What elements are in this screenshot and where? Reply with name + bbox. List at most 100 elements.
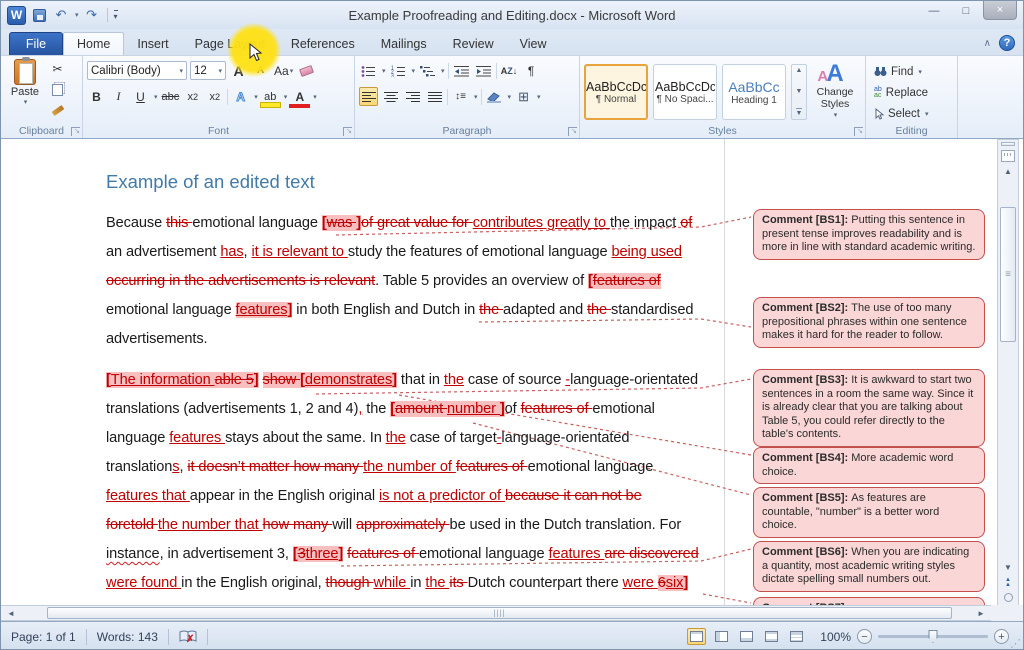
zoom-in-button[interactable]: + xyxy=(994,629,1009,644)
view-draft-button[interactable] xyxy=(787,628,806,645)
align-center-button[interactable] xyxy=(381,87,400,106)
replace-button[interactable]: abac Replace xyxy=(874,83,953,102)
maximize-button[interactable]: □ xyxy=(951,1,981,20)
browse-object-button[interactable] xyxy=(999,590,1017,605)
clipboard-dialog-launcher[interactable]: ↘ xyxy=(71,127,80,136)
change-case-button[interactable]: Aa▾ xyxy=(273,61,294,80)
tab-mailings[interactable]: Mailings xyxy=(368,32,440,55)
shading-button[interactable] xyxy=(485,87,504,106)
tab-file[interactable]: File xyxy=(9,32,63,55)
ruler-toggle-icon[interactable] xyxy=(1001,150,1015,162)
minimize-button[interactable]: — xyxy=(919,1,949,20)
proofing-errors-button[interactable]: ✗ xyxy=(169,627,207,647)
scroll-down-arrow[interactable]: ▼ xyxy=(999,560,1017,575)
view-print-layout-button[interactable] xyxy=(687,628,706,645)
tab-page-layout[interactable]: Page Layout xyxy=(182,32,278,55)
minimize-ribbon-icon[interactable]: ∧ xyxy=(984,38,991,49)
horizontal-scrollbar[interactable]: ◄ ► xyxy=(1,605,991,621)
styles-gallery-scroll[interactable]: ▲▼▼ xyxy=(791,64,807,120)
tab-home[interactable]: Home xyxy=(63,32,124,55)
font-name-select[interactable]: Calibri (Body)▾ xyxy=(87,61,187,80)
scroll-up-arrow[interactable]: ▲ xyxy=(999,164,1017,179)
comment-bs6[interactable]: Comment [BS6]: When you are indicating a… xyxy=(753,541,985,592)
multilevel-list-button[interactable] xyxy=(418,61,437,80)
zoom-level[interactable]: 100% xyxy=(820,630,851,644)
redo-button[interactable]: ↷ xyxy=(83,6,101,24)
style--no-spaci-[interactable]: AaBbCcDc¶ No Spaci... xyxy=(653,64,717,120)
highlight-color-button[interactable]: ab xyxy=(261,87,280,106)
previous-page-button[interactable]: ▲▲ xyxy=(999,575,1017,590)
vertical-scroll-track[interactable] xyxy=(999,179,1017,560)
comment-bs4[interactable]: Comment [BS4]: More academic word choice… xyxy=(753,447,985,484)
horizontal-scroll-thumb[interactable] xyxy=(47,607,952,619)
split-handle[interactable] xyxy=(1001,142,1015,146)
comment-bs2[interactable]: Comment [BS2]: The use of too many prepo… xyxy=(753,297,985,348)
select-button[interactable]: Select▾ xyxy=(874,104,953,123)
decrease-indent-button[interactable] xyxy=(452,61,471,80)
subscript-button[interactable]: x2 xyxy=(183,87,202,106)
clear-formatting-button[interactable] xyxy=(297,61,316,80)
italic-button[interactable]: I xyxy=(109,87,128,106)
superscript-button[interactable]: x2 xyxy=(205,87,224,106)
page-count[interactable]: Page: 1 of 1 xyxy=(1,627,86,647)
undo-button[interactable]: ↶ xyxy=(52,6,70,24)
zoom-slider-thumb[interactable] xyxy=(929,630,938,643)
word-app-icon[interactable]: W xyxy=(7,6,26,25)
underline-button[interactable]: U xyxy=(131,87,150,106)
undo-dropdown-caret[interactable]: ▾ xyxy=(75,11,79,19)
tab-review[interactable]: Review xyxy=(440,32,507,55)
bullets-button[interactable] xyxy=(359,61,378,80)
tab-insert[interactable]: Insert xyxy=(124,32,181,55)
comment-bs1[interactable]: Comment [BS1]: Putting this sentence in … xyxy=(753,209,985,260)
help-icon[interactable]: ? xyxy=(999,35,1015,51)
vertical-scrollbar[interactable]: ▲ ▼ ▲▲ ▼▼ xyxy=(997,139,1019,621)
align-left-button[interactable] xyxy=(359,87,378,106)
format-painter-button[interactable] xyxy=(48,101,67,120)
comment-bs7[interactable]: Comment [BS7]: xyxy=(753,597,985,605)
view-outline-button[interactable] xyxy=(762,628,781,645)
scroll-right-arrow[interactable]: ► xyxy=(971,609,991,618)
shrink-font-button[interactable]: A xyxy=(251,61,270,80)
customize-qat-button[interactable]: ▾ xyxy=(114,10,118,21)
tab-references[interactable]: References xyxy=(278,32,368,55)
change-styles-button[interactable]: AA Change Styles ▾ xyxy=(812,62,858,122)
resize-grip-icon[interactable]: ⋰ xyxy=(1010,637,1021,650)
scroll-left-arrow[interactable]: ◄ xyxy=(1,609,21,618)
word-count[interactable]: Words: 143 xyxy=(87,627,168,647)
cut-button[interactable]: ✂ xyxy=(48,59,67,78)
style-heading-1[interactable]: AaBbCcHeading 1 xyxy=(722,64,786,120)
line-spacing-button[interactable]: ↕≡ xyxy=(451,87,470,106)
zoom-slider-track[interactable] xyxy=(878,635,988,638)
comment-bs5[interactable]: Comment [BS5]: As features are countable… xyxy=(753,487,985,538)
text-effects-button[interactable]: A xyxy=(231,87,250,106)
strikethrough-button[interactable]: abc xyxy=(161,87,181,106)
increase-indent-button[interactable] xyxy=(474,61,493,80)
numbering-button[interactable]: 123 xyxy=(389,61,408,80)
show-hide-pilcrow-button[interactable]: ¶ xyxy=(522,61,541,80)
view-web-layout-button[interactable] xyxy=(737,628,756,645)
borders-button[interactable]: ⊞ xyxy=(514,87,533,106)
document-area[interactable]: Example of an edited text Because this e… xyxy=(1,139,991,605)
font-dialog-launcher[interactable]: ↘ xyxy=(343,127,352,136)
copy-button[interactable] xyxy=(48,80,67,99)
find-button[interactable]: Find▾ xyxy=(874,62,953,81)
font-size-select[interactable]: 12▾ xyxy=(190,61,226,80)
save-button[interactable] xyxy=(30,6,48,24)
grow-font-button[interactable]: A xyxy=(229,61,248,80)
sort-button[interactable]: AZ↓ xyxy=(500,61,519,80)
bold-button[interactable]: B xyxy=(87,87,106,106)
align-right-button[interactable] xyxy=(403,87,422,106)
vertical-scroll-thumb[interactable] xyxy=(1000,207,1016,342)
paste-button[interactable]: Paste ▾ xyxy=(5,59,45,120)
paragraph-dialog-launcher[interactable]: ↘ xyxy=(568,127,577,136)
justify-button[interactable] xyxy=(425,87,444,106)
styles-dialog-launcher[interactable]: ↘ xyxy=(854,127,863,136)
font-color-button[interactable]: A xyxy=(290,87,309,106)
close-button[interactable]: × xyxy=(983,1,1017,20)
tab-view[interactable]: View xyxy=(507,32,560,55)
style--normal[interactable]: AaBbCcDc¶ Normal xyxy=(584,64,648,120)
comment-bs3[interactable]: Comment [BS3]: It is awkward to start tw… xyxy=(753,369,985,447)
document-text[interactable]: Example of an edited text Because this e… xyxy=(106,171,746,598)
view-full-screen-button[interactable] xyxy=(712,628,731,645)
zoom-out-button[interactable]: − xyxy=(857,629,872,644)
